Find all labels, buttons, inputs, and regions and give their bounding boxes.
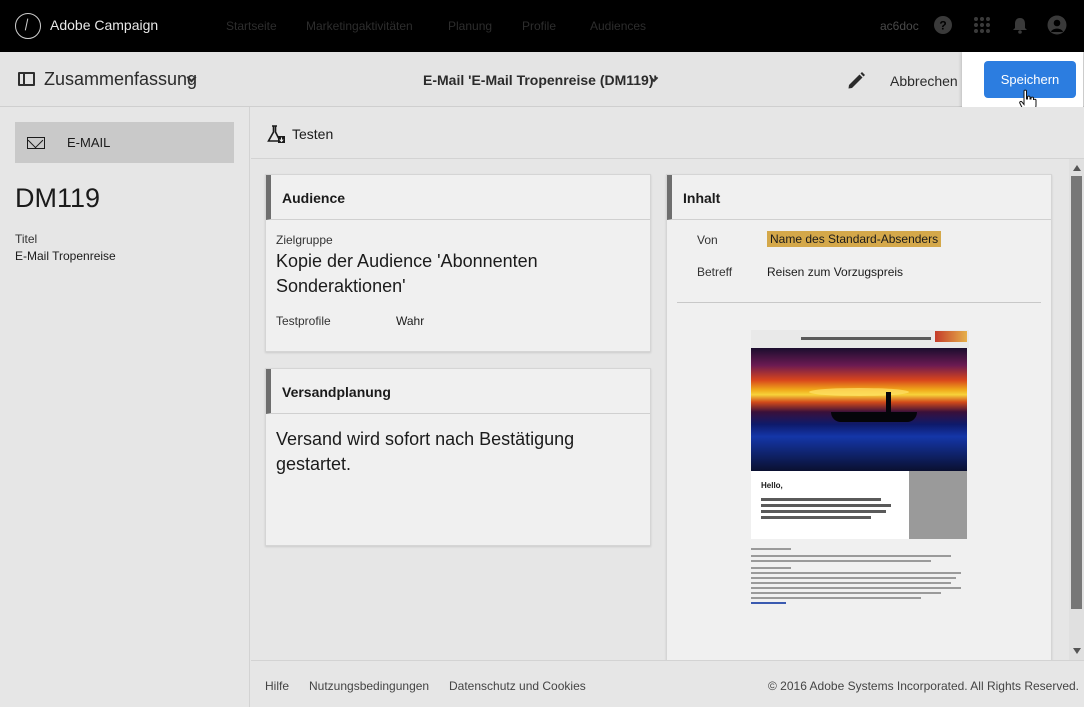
target-group-label: Zielgruppe <box>276 233 333 247</box>
test-profiles-label: Testprofile <box>276 314 331 328</box>
footer-link-privacy[interactable]: Datenschutz und Cookies <box>449 679 586 693</box>
notification-bell-icon[interactable] <box>1010 15 1030 35</box>
scroll-thumb[interactable] <box>1071 176 1082 609</box>
title-label: Titel <box>15 232 38 246</box>
nav-item-audiences[interactable]: Audiences <box>590 19 646 33</box>
schedule-heading: Versandplanung <box>282 384 391 400</box>
email-preview[interactable]: Hello, <box>751 330 969 630</box>
nav-item-planung[interactable]: Planung <box>448 19 492 33</box>
content-card[interactable]: Inhalt Von Name des Standard-Absenders B… <box>666 174 1052 661</box>
delivery-code: DM119 <box>15 183 101 213</box>
preview-body-lines <box>761 498 901 522</box>
test-flask-icon[interactable] <box>266 124 286 144</box>
summary-panel-icon[interactable] <box>18 72 35 86</box>
nav-item-marketingaktivitaeten[interactable]: Marketingaktivitäten <box>306 19 413 33</box>
adobe-campaign-logo-icon[interactable] <box>15 13 41 39</box>
preview-footer-text <box>751 548 967 607</box>
top-navigation-bar: Adobe Campaign Startseite Marketingaktiv… <box>0 0 1084 52</box>
target-group-value: Kopie der Audience 'Abonnenten Sonderakt… <box>276 251 538 296</box>
page-header-bar: Zusammenfassung E-Mail 'E-Mail Tropenrei… <box>0 52 1084 107</box>
preview-header-strip <box>751 330 969 348</box>
nav-item-startseite[interactable]: Startseite <box>226 19 277 33</box>
main-content-area: Testen Audience Zielgruppe Kopie der Aud… <box>251 107 1084 661</box>
user-avatar-icon[interactable] <box>1047 15 1067 35</box>
edit-pencil-icon[interactable] <box>845 70 867 92</box>
audience-card[interactable]: Audience Zielgruppe Kopie der Audience '… <box>265 174 651 352</box>
user-name[interactable]: ac6doc <box>880 19 919 33</box>
footer-copyright: © 2016 Adobe Systems Incorporated. All R… <box>768 679 1080 693</box>
audience-card-header: Audience <box>266 175 650 220</box>
preview-sunset-image <box>751 348 967 471</box>
preview-sun-reflection <box>809 388 909 396</box>
content-heading: Inhalt <box>683 190 721 206</box>
test-profiles-value: Wahr <box>396 314 425 328</box>
test-button[interactable]: Testen <box>292 126 333 142</box>
test-toolbar: Testen <box>251 107 1084 159</box>
svg-text:?: ? <box>939 19 946 33</box>
schedule-card-header: Versandplanung <box>266 369 650 414</box>
page-footer: Hilfe Nutzungsbedingungen Datenschutz un… <box>251 660 1084 707</box>
nav-item-profile[interactable]: Profile <box>522 19 556 33</box>
subject-value: Reisen zum Vorzugspreis <box>767 265 904 279</box>
app-title[interactable]: Adobe Campaign <box>50 17 158 33</box>
preview-greeting: Hello, <box>761 481 783 490</box>
preview-boat-silhouette <box>831 412 917 422</box>
from-value: Name des Standard-Absenders <box>767 231 942 247</box>
footer-link-terms[interactable]: Nutzungsbedingungen <box>309 679 429 693</box>
email-tab-label: E-MAIL <box>67 135 111 150</box>
left-summary-panel: E-MAIL DM119 Titel E-Mail Tropenreise <box>0 107 250 707</box>
summary-dropdown-label[interactable]: Zusammenfassung <box>44 69 197 90</box>
subject-label: Betreff <box>697 265 733 279</box>
email-tab[interactable]: E-MAIL <box>15 122 234 163</box>
preview-header-text <box>801 337 931 340</box>
schedule-text: Versand wird sofort nach Bestätigung ges… <box>276 429 575 474</box>
preview-side-image <box>909 471 967 539</box>
divider <box>677 302 1041 303</box>
from-label: Von <box>697 233 718 247</box>
help-icon[interactable]: ? <box>933 15 953 35</box>
scrollbar[interactable] <box>1069 159 1084 660</box>
preview-text-block: Hello, <box>751 471 909 539</box>
schedule-card[interactable]: Versandplanung Versand wird sofort nach … <box>265 368 651 546</box>
cancel-button[interactable]: Abbrechen <box>890 73 958 89</box>
envelope-icon <box>27 137 45 149</box>
audience-heading: Audience <box>282 190 346 206</box>
footer-link-help[interactable]: Hilfe <box>265 679 289 693</box>
title-value: E-Mail Tropenreise <box>15 249 116 263</box>
scroll-up-arrow-icon[interactable] <box>1073 165 1081 171</box>
apps-grid-icon[interactable] <box>972 15 992 35</box>
preview-figure-silhouette <box>886 392 891 412</box>
page-title[interactable]: E-Mail 'E-Mail Tropenreise (DM119)' <box>423 72 657 88</box>
content-card-header: Inhalt <box>667 175 1051 220</box>
preview-logo-badge <box>935 331 967 342</box>
scroll-down-arrow-icon[interactable] <box>1073 648 1081 654</box>
